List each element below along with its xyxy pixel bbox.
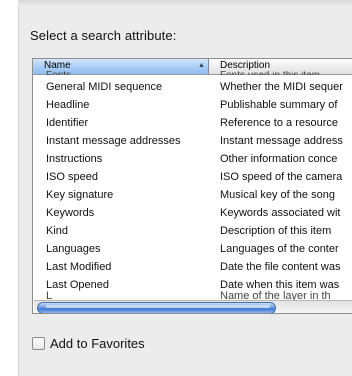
row-name: Instructions <box>46 153 103 165</box>
table-row[interactable]: Identifier Reference to a resource <box>33 114 352 132</box>
row-name: Identifier <box>46 117 89 129</box>
row-description: Reference to a resource <box>220 117 339 129</box>
row-name: Keywords <box>46 207 95 219</box>
scrollbar-thumb[interactable] <box>37 302 276 313</box>
sheet-top-shadow <box>18 0 352 6</box>
row-description: Musical key of the song <box>220 189 335 201</box>
row-name: Last Opened <box>46 279 109 291</box>
row-name: Languages <box>46 243 101 255</box>
row-name: Last Modified <box>46 261 112 273</box>
row-description: Other information conce <box>220 153 338 165</box>
table-rows: General MIDI sequence Whether the MIDI se… <box>33 78 352 294</box>
favorites-label: Add to Favorites <box>50 336 145 351</box>
table-row[interactable]: ISO speed ISO speed of the camera <box>33 168 352 186</box>
attribute-table[interactable]: Name ▲ Description Fonts Fonts used in t… <box>32 58 352 314</box>
row-description: Date the file content was <box>220 261 341 273</box>
row-description: Languages of the conter <box>220 243 339 255</box>
table-row[interactable]: Last Modified Date the file content was <box>33 258 352 276</box>
table-row[interactable]: General MIDI sequence Whether the MIDI se… <box>33 78 352 96</box>
row-name: Instant message addresses <box>46 135 181 147</box>
table-row[interactable]: Kind Description of this item <box>33 222 352 240</box>
horizontal-scrollbar[interactable] <box>34 300 352 313</box>
row-name: General MIDI sequence <box>46 81 163 93</box>
prompt-label: Select a search attribute: <box>30 28 177 43</box>
table-row[interactable]: Key signature Musical key of the song <box>33 186 352 204</box>
row-description: Publishable summary of <box>220 99 338 111</box>
row-name: ISO speed <box>46 171 98 183</box>
row-name: Key signature <box>46 189 114 201</box>
row-description: Instant message address <box>220 135 343 147</box>
row-description: Keywords associated wit <box>220 207 341 219</box>
row-description: ISO speed of the camera <box>220 171 343 183</box>
sort-ascending-icon: ▲ <box>198 62 205 69</box>
row-description: Whether the MIDI sequer <box>220 81 343 93</box>
row-name: Kind <box>46 225 69 237</box>
column-header-description-label: Description <box>220 60 271 71</box>
scrollbar-thumb-shine <box>46 305 270 308</box>
clipped-row-name: Fonts <box>46 71 71 75</box>
table-row[interactable]: Headline Publishable summary of <box>33 96 352 114</box>
row-name: Headline <box>46 99 90 111</box>
column-header-name-label: Name <box>44 60 71 71</box>
table-row[interactable]: Instructions Other information conce <box>33 150 352 168</box>
clipped-row-description: Fonts used in this item <box>220 71 320 75</box>
table-row[interactable]: Instant message addresses Instant message… <box>33 132 352 150</box>
table-row[interactable]: Keywords Keywords associated wit <box>33 204 352 222</box>
favorites-checkbox[interactable] <box>32 337 45 350</box>
table-row[interactable]: Languages Languages of the conter <box>33 240 352 258</box>
row-description: Description of this item <box>220 225 332 237</box>
